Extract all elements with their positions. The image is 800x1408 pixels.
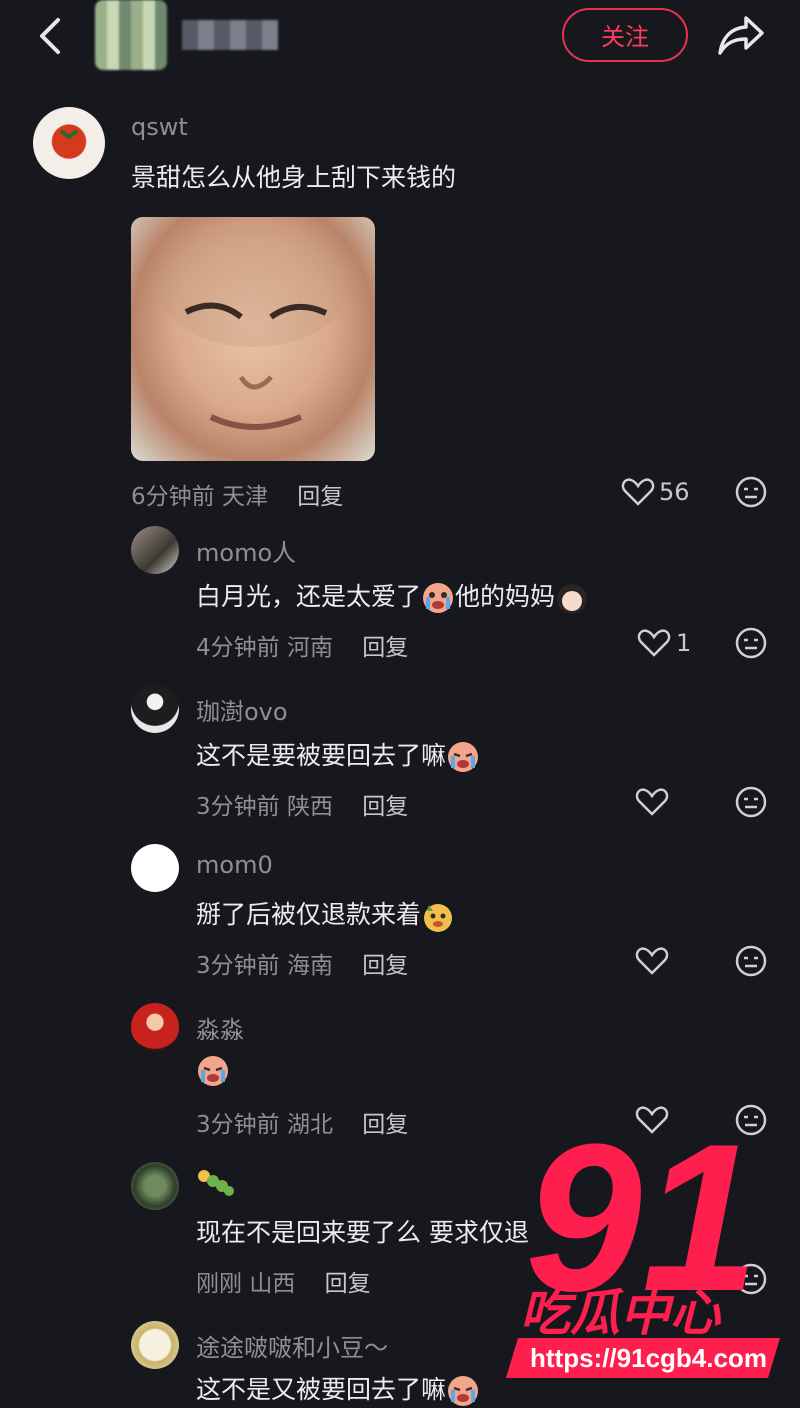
comment-meta: 3分钟前 湖北 回复 <box>196 1105 408 1139</box>
reply-button[interactable]: 回复 <box>325 1271 371 1297</box>
crying-face-emoji-icon <box>448 742 479 772</box>
comment-location: 湖北 <box>286 1112 333 1138</box>
comment-location: 河南 <box>286 635 333 661</box>
reply-button[interactable]: 回复 <box>362 635 408 661</box>
crying-face-emoji-icon <box>423 583 454 613</box>
comment-time: 3分钟前 <box>196 1112 280 1138</box>
dislike-face-icon[interactable] <box>735 786 767 818</box>
follow-button[interactable]: 关注 <box>562 8 688 62</box>
reply-button[interactable]: 回复 <box>297 484 343 510</box>
user-avatar[interactable] <box>131 1003 179 1051</box>
comment-text: 白月光，还是太爱了 他的妈妈 <box>196 577 589 615</box>
comment-time: 3分钟前 <box>196 794 280 820</box>
comment-meta: 3分钟前 海南 回复 <box>196 946 408 980</box>
comment-meta: 6分钟前 天津 回复 <box>131 477 343 511</box>
dislike-face-icon[interactable] <box>735 476 767 508</box>
crying-face-emoji-icon <box>448 1376 479 1406</box>
comment-location: 山西 <box>249 1271 296 1297</box>
comment-image[interactable] <box>131 217 375 461</box>
smug-dog-emoji-icon <box>424 904 453 932</box>
user-avatar[interactable] <box>131 1321 179 1369</box>
caterpillar-emoji-icon <box>198 1170 234 1196</box>
watermark-logo: 91 吃瓜中心 https://91cgb4.com <box>506 1100 780 1378</box>
comment-meta: 刚刚 山西 回复 <box>196 1264 371 1298</box>
heart-icon[interactable] <box>635 787 669 817</box>
username[interactable]: mom0 <box>196 851 273 879</box>
comment-text-part: 白月光，还是太爱了 <box>196 582 422 611</box>
comment-text-part: 这不是又被要回去了嘛 <box>196 1375 447 1404</box>
user-avatar[interactable] <box>131 685 179 733</box>
comment-text-part: 这不是要被要回去了嘛 <box>196 741 447 770</box>
comment-meta: 4分钟前 河南 回复 <box>196 628 408 662</box>
user-avatar[interactable] <box>131 526 179 574</box>
user-avatar[interactable] <box>131 844 179 892</box>
username[interactable]: qswt <box>131 113 188 141</box>
comment-text <box>196 1054 230 1088</box>
watermark-name: 吃瓜中心 <box>520 1284 722 1342</box>
back-chevron-icon[interactable] <box>34 14 68 58</box>
comment-time: 3分钟前 <box>196 953 280 979</box>
username[interactable]: 淼淼 <box>196 1010 244 1045</box>
comment-text: 现在不是回来要了么 要求仅退 <box>196 1218 529 1247</box>
username[interactable]: 珈澍ovo <box>196 692 288 727</box>
comment-location: 海南 <box>286 953 333 979</box>
heart-icon[interactable] <box>635 946 669 976</box>
user-avatar[interactable] <box>131 1162 179 1210</box>
comment-text: 这不是要被要回去了嘛 <box>196 736 480 774</box>
reply-button[interactable]: 回复 <box>362 953 408 979</box>
heart-icon[interactable] <box>621 477 655 507</box>
heart-icon[interactable] <box>637 628 671 658</box>
comment-time: 6分钟前 <box>131 484 215 510</box>
username[interactable]: 途途啵啵和小豆～ <box>196 1328 388 1363</box>
dislike-face-icon[interactable] <box>735 945 767 977</box>
reply-button[interactable]: 回复 <box>362 794 408 820</box>
username[interactable]: momo人 <box>196 533 296 568</box>
share-arrow-icon[interactable] <box>716 12 766 58</box>
comment-time: 4分钟前 <box>196 635 280 661</box>
comment-text-part: 掰了后被仅退款来着 <box>196 900 422 929</box>
like-count: 1 <box>676 629 692 657</box>
comment-meta: 3分钟前 陕西 回复 <box>196 787 408 821</box>
reply-button[interactable]: 回复 <box>362 1112 408 1138</box>
woman-face-emoji-icon <box>557 584 588 614</box>
like-count: 56 <box>659 478 690 506</box>
watermark-url: https://91cgb4.com <box>530 1343 767 1373</box>
user-avatar[interactable] <box>33 107 105 179</box>
author-avatar[interactable] <box>95 0 167 70</box>
comment-text: 景甜怎么从他身上刮下来钱的 <box>131 163 457 192</box>
comment-text: 这不是又被要回去了嘛 <box>196 1370 480 1408</box>
author-name-pixelated <box>182 20 278 50</box>
dislike-face-icon[interactable] <box>735 627 767 659</box>
comment-time: 刚刚 <box>196 1271 242 1297</box>
crying-face-emoji-icon <box>198 1056 228 1086</box>
comment-location: 陕西 <box>286 794 333 820</box>
top-bar: 关注 <box>0 0 800 78</box>
comment-text-part: 他的妈妈 <box>455 582 556 611</box>
comment-text: 掰了后被仅退款来着 <box>196 895 455 933</box>
comment-location: 天津 <box>221 484 268 510</box>
tomato-icon <box>59 129 79 140</box>
